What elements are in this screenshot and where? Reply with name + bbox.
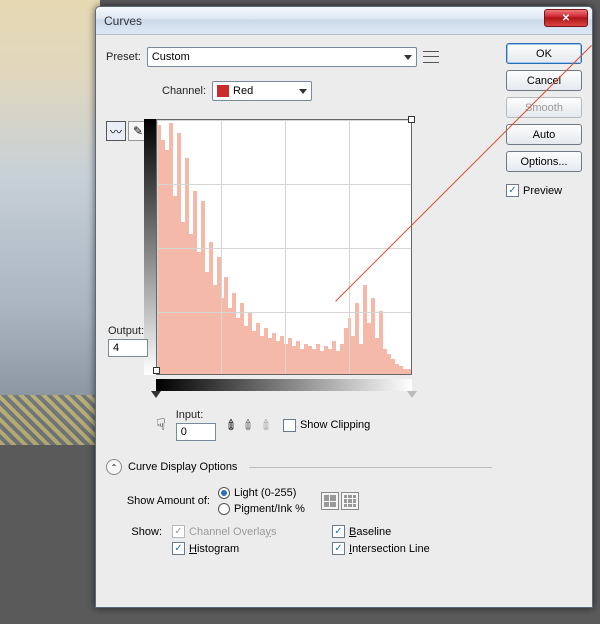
channel-overlays-checkbox xyxy=(172,525,185,538)
window-title: Curves xyxy=(104,14,142,28)
histogram-row[interactable]: Histogram xyxy=(172,542,322,555)
black-point-slider[interactable] xyxy=(151,391,161,398)
divider xyxy=(249,467,492,468)
eyedropper-white-icon[interactable]: ✐ xyxy=(257,415,277,435)
show-amount-label: Show Amount of: xyxy=(106,495,210,507)
channel-label: Channel: xyxy=(162,85,206,97)
histogram-checkbox[interactable] xyxy=(172,542,185,555)
input-label: Input: xyxy=(176,409,216,421)
eyedropper-gray-icon[interactable]: ✐ xyxy=(239,415,259,435)
preset-dropdown[interactable]: Custom xyxy=(147,47,417,67)
show-clipping-label: Show Clipping xyxy=(300,419,370,431)
show-label: Show: xyxy=(106,526,162,538)
curves-graph[interactable] xyxy=(156,119,412,375)
preset-menu-icon[interactable] xyxy=(423,49,439,65)
pigment-radio[interactable] xyxy=(218,503,230,515)
output-input[interactable]: 4 xyxy=(108,339,148,357)
preview-label: Preview xyxy=(523,185,562,197)
curves-dialog: Curves ✕ Preset: Custom OK Cancel Smooth… xyxy=(95,6,593,608)
chevron-up-icon: ⌃ xyxy=(106,459,122,475)
chevron-down-icon xyxy=(404,55,412,60)
curve-point-black[interactable] xyxy=(153,367,160,374)
input-input[interactable]: 0 xyxy=(176,423,216,441)
grid-10x10-icon[interactable] xyxy=(341,492,359,510)
close-button[interactable]: ✕ xyxy=(544,9,588,27)
intersection-checkbox[interactable] xyxy=(332,542,345,555)
auto-button[interactable]: Auto xyxy=(506,124,582,145)
channel-color-swatch xyxy=(217,85,229,97)
baseline-row[interactable]: Baseline xyxy=(332,525,482,538)
light-radio[interactable] xyxy=(218,487,230,499)
white-point-slider[interactable] xyxy=(407,391,417,398)
curve-line xyxy=(157,120,411,374)
show-clipping-checkbox[interactable] xyxy=(283,419,296,432)
channel-overlays-row: Channel Overlays xyxy=(172,525,322,538)
preview-checkbox-row[interactable]: Preview xyxy=(506,184,582,197)
options-button[interactable]: Options... xyxy=(506,151,582,172)
show-clipping-row[interactable]: Show Clipping xyxy=(283,419,370,432)
preset-label: Preset: xyxy=(106,51,141,63)
hand-tool-icon[interactable]: ☟ xyxy=(156,415,166,435)
display-options-label: Curve Display Options xyxy=(128,461,237,473)
input-gradient xyxy=(156,379,412,391)
curve-point-white[interactable] xyxy=(408,116,415,123)
preset-value: Custom xyxy=(152,51,190,63)
channel-dropdown[interactable]: Red xyxy=(212,81,312,101)
eyedropper-black-icon[interactable]: ✐ xyxy=(221,415,241,435)
cancel-button[interactable]: Cancel xyxy=(506,70,582,91)
titlebar[interactable]: Curves ✕ xyxy=(96,7,592,35)
grid-4x4-icon[interactable] xyxy=(321,492,339,510)
output-label: Output: xyxy=(108,325,156,337)
chevron-down-icon xyxy=(299,89,307,94)
intersection-row[interactable]: Intersection Line xyxy=(332,542,482,555)
channel-value: Red xyxy=(233,85,253,97)
pigment-radio-row[interactable]: Pigment/Ink % xyxy=(218,503,305,515)
smooth-button: Smooth xyxy=(506,97,582,118)
ok-button[interactable]: OK xyxy=(506,43,582,64)
baseline-checkbox[interactable] xyxy=(332,525,345,538)
curve-tool-icon[interactable]: 〰 xyxy=(106,121,126,141)
preview-checkbox[interactable] xyxy=(506,184,519,197)
light-radio-row[interactable]: Light (0-255) xyxy=(218,487,305,499)
display-options-toggle[interactable]: ⌃ Curve Display Options xyxy=(106,459,492,475)
